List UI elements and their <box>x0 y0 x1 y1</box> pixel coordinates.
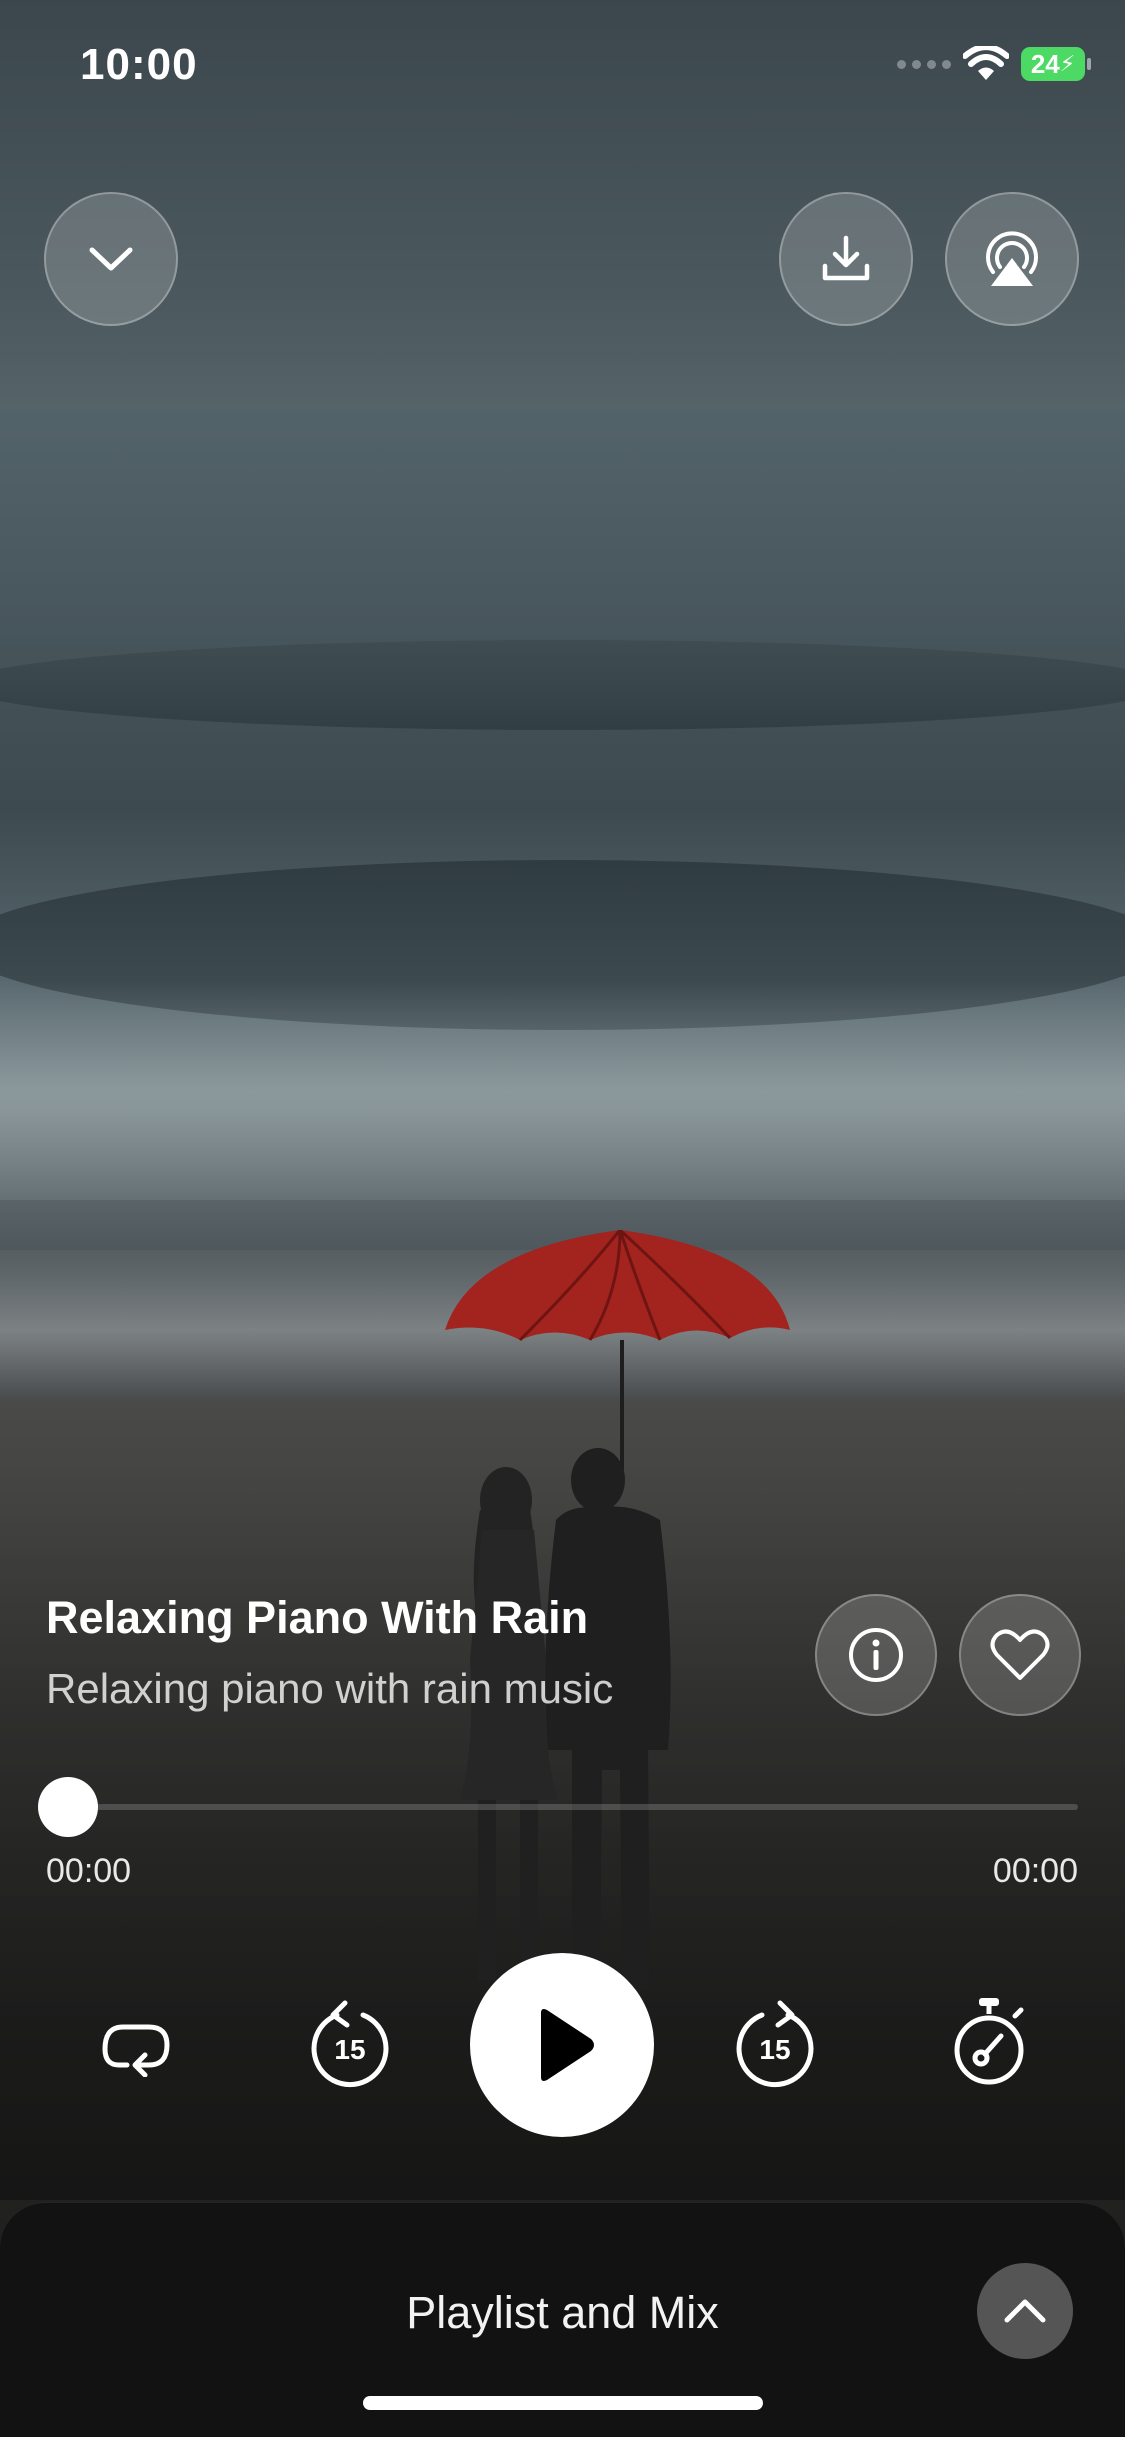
skip-forward-seconds: 15 <box>759 2034 790 2065</box>
info-button[interactable] <box>815 1594 937 1716</box>
track-subtitle: Relaxing piano with rain music <box>46 1665 614 1712</box>
repeat-icon <box>102 2024 170 2077</box>
forward-15-icon: 15 <box>736 2000 814 2088</box>
repeat-button[interactable] <box>96 2010 176 2080</box>
wifi-icon <box>963 46 1009 80</box>
airplay-button[interactable] <box>945 192 1079 326</box>
collapse-button[interactable] <box>44 192 178 326</box>
timer-icon <box>954 1998 1024 2085</box>
sleep-timer-button[interactable] <box>947 1990 1031 2090</box>
download-button[interactable] <box>779 192 913 326</box>
chevron-up-icon <box>1004 2299 1046 2323</box>
battery-icon: 24 ⚡ <box>1021 47 1091 81</box>
skip-back-button[interactable]: 15 <box>305 1995 395 2095</box>
battery-level: 24 <box>1030 48 1060 79</box>
total-time: 00:00 <box>992 1852 1078 1890</box>
favorite-button[interactable] <box>959 1594 1081 1716</box>
play-icon <box>541 2009 594 2081</box>
play-button[interactable] <box>470 1953 654 2137</box>
track-title: Relaxing Piano With Rain <box>46 1592 589 1643</box>
download-icon <box>822 235 870 281</box>
airplay-audio-icon <box>986 231 1038 286</box>
playlist-sheet-title[interactable]: Playlist and Mix <box>0 2287 1125 2339</box>
status-time: 10:00 <box>80 40 198 89</box>
chevron-down-icon <box>89 247 133 271</box>
skip-forward-button[interactable]: 15 <box>730 1995 820 2095</box>
heart-icon <box>990 1629 1050 1680</box>
info-icon <box>849 1628 903 1682</box>
home-indicator[interactable] <box>363 2396 763 2410</box>
cellular-signal-icon <box>897 59 951 69</box>
skip-back-seconds: 15 <box>334 2034 365 2065</box>
rewind-15-icon: 15 <box>311 2000 389 2088</box>
progress-thumb[interactable] <box>38 1777 98 1837</box>
elapsed-time: 00:00 <box>46 1852 132 1890</box>
status-indicators: 24 ⚡ <box>897 46 1091 82</box>
expand-playlist-button[interactable] <box>977 2263 1073 2359</box>
progress-track[interactable] <box>68 1804 1078 1810</box>
